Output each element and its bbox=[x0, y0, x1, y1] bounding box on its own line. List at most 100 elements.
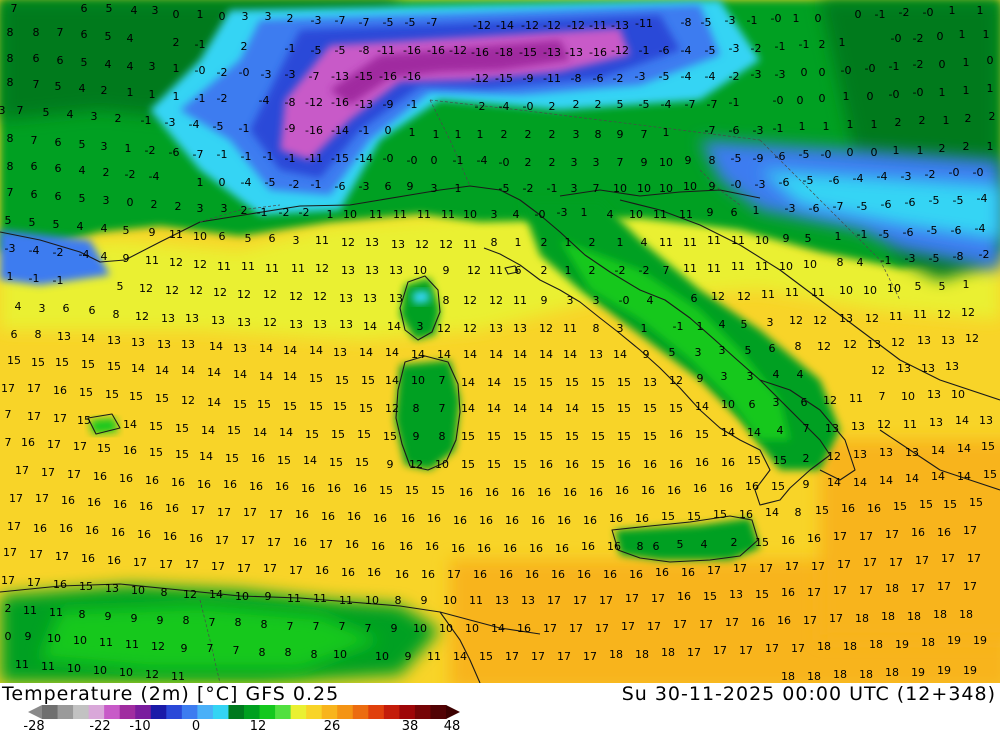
temperature-value: 6 bbox=[269, 232, 276, 245]
temperature-value: 12 bbox=[937, 308, 951, 321]
temperature-value: -13 bbox=[355, 98, 373, 111]
temperature-value: -11 bbox=[635, 17, 653, 30]
temperature-value: 12 bbox=[409, 458, 423, 471]
temperature-value: 15 bbox=[129, 390, 143, 403]
temperature-value: 1 bbox=[409, 126, 416, 139]
temperature-value: 1 bbox=[847, 118, 854, 131]
temperature-value: 11 bbox=[849, 392, 863, 405]
temperature-value: 15 bbox=[747, 454, 761, 467]
temperature-value: 9 bbox=[391, 622, 398, 635]
temperature-value: -0 bbox=[841, 64, 852, 77]
temperature-value: -12 bbox=[611, 44, 629, 57]
temperature-value: 11 bbox=[679, 208, 693, 221]
temperature-value: 8 bbox=[259, 646, 266, 659]
temperature-value: 0 bbox=[987, 54, 994, 67]
temperature-value: 2 bbox=[549, 156, 556, 169]
temperature-value: 8 bbox=[413, 402, 420, 415]
temperature-value: -2 bbox=[475, 100, 486, 113]
temperature-value: 1 bbox=[433, 128, 440, 141]
temperature-value: 7 bbox=[287, 620, 294, 633]
temperature-value: -2 bbox=[639, 264, 650, 277]
temperature-value: 15 bbox=[155, 392, 169, 405]
temperature-value: 16 bbox=[477, 542, 491, 555]
temperature-value: 5 bbox=[939, 280, 946, 293]
temperature-value: -1 bbox=[241, 150, 252, 163]
temperature-value: 2 bbox=[5, 602, 12, 615]
temperature-value: 17 bbox=[505, 650, 519, 663]
temperature-value: 10 bbox=[463, 208, 477, 221]
temperature-value: 16 bbox=[421, 568, 435, 581]
temperature-value: 17 bbox=[707, 564, 721, 577]
temperature-value: 15 bbox=[943, 498, 957, 511]
temperature-value: 12 bbox=[489, 294, 503, 307]
temperature-value: 7 bbox=[11, 2, 18, 15]
temperature-value: 15 bbox=[225, 452, 239, 465]
temperature-value: 15 bbox=[771, 480, 785, 493]
temperature-value: 10 bbox=[839, 284, 853, 297]
temperature-value: -0 bbox=[889, 88, 900, 101]
temperature-value: 0 bbox=[127, 196, 134, 209]
temperature-value: 16 bbox=[21, 436, 35, 449]
temperature-value: 9 bbox=[803, 478, 810, 491]
scale-swatch bbox=[321, 705, 338, 719]
temperature-value: 16 bbox=[777, 614, 791, 627]
temperature-value: 10 bbox=[119, 666, 133, 679]
temperature-value: 13 bbox=[839, 312, 853, 325]
temperature-value: 2 bbox=[525, 128, 532, 141]
temperature-value: 14 bbox=[721, 426, 735, 439]
temperature-value: 16 bbox=[427, 512, 441, 525]
temperature-value: 18 bbox=[885, 582, 899, 595]
temperature-value: 16 bbox=[373, 512, 387, 525]
scale-tick-8: 48 bbox=[443, 719, 461, 734]
temperature-value: 9 bbox=[413, 430, 420, 443]
temperature-value: 4 bbox=[67, 108, 74, 121]
scale-swatch bbox=[88, 705, 105, 719]
temperature-value: 18 bbox=[833, 668, 847, 681]
temperature-value: 5 bbox=[29, 216, 36, 229]
temperature-value: -6 bbox=[169, 146, 180, 159]
temperature-value: 10 bbox=[629, 208, 643, 221]
temperature-value: -4 bbox=[259, 94, 270, 107]
temperature-value: -2 bbox=[145, 144, 156, 157]
temperature-value: 12 bbox=[189, 284, 203, 297]
temperature-value: -4 bbox=[877, 170, 888, 183]
temperature-value: 17 bbox=[7, 520, 21, 533]
temperature-value: 1 bbox=[983, 28, 990, 41]
temperature-value: -3 bbox=[359, 180, 370, 193]
temperature-value: -13 bbox=[331, 70, 349, 83]
temperature-value: 15 bbox=[227, 424, 241, 437]
temperature-value: 14 bbox=[879, 474, 893, 487]
temperature-value: 3 bbox=[721, 370, 728, 383]
temperature-value: 15 bbox=[81, 358, 95, 371]
temperature-value: -2 bbox=[279, 206, 290, 219]
temperature-value: -11 bbox=[305, 152, 323, 165]
temperature-value: 15 bbox=[513, 376, 527, 389]
temperature-value: 16 bbox=[119, 472, 133, 485]
temperature-value: 5 bbox=[5, 214, 12, 227]
temperature-value: 5 bbox=[43, 106, 50, 119]
temperature-value: 4 bbox=[773, 368, 780, 381]
temperature-value: -4 bbox=[29, 244, 40, 257]
temperature-value: 7 bbox=[365, 622, 372, 635]
temperature-value: 4 bbox=[647, 294, 654, 307]
temperature-value: -5 bbox=[659, 70, 670, 83]
temperature-value: -2 bbox=[899, 6, 910, 19]
temperature-value: -4 bbox=[79, 248, 90, 261]
temperature-value: 15 bbox=[79, 580, 93, 593]
temperature-value: 10 bbox=[755, 234, 769, 247]
temperature-value: -1 bbox=[407, 98, 418, 111]
temperature-value: 16 bbox=[85, 524, 99, 537]
temperature-value: -2 bbox=[217, 92, 228, 105]
temperature-value: 11 bbox=[125, 638, 139, 651]
temperature-value: 17 bbox=[267, 536, 281, 549]
temperature-value: 10 bbox=[659, 156, 673, 169]
temperature-value: -5 bbox=[879, 228, 890, 241]
temperature-value: 15 bbox=[7, 354, 21, 367]
temperature-value: 14 bbox=[209, 340, 223, 353]
temperature-value: 1 bbox=[455, 182, 462, 195]
temperature-value: 13 bbox=[211, 314, 225, 327]
temperature-value: 17 bbox=[713, 644, 727, 657]
temperature-value: -0 bbox=[535, 208, 546, 221]
scale-swatch bbox=[275, 705, 292, 719]
temperature-map[interactable]: 7 6 5 4 3 0 1 0 3 3 2 -3 -7 -7 -5 -5 -7 -12 -14 -12 -12 -12 -1… bbox=[0, 0, 1000, 690]
